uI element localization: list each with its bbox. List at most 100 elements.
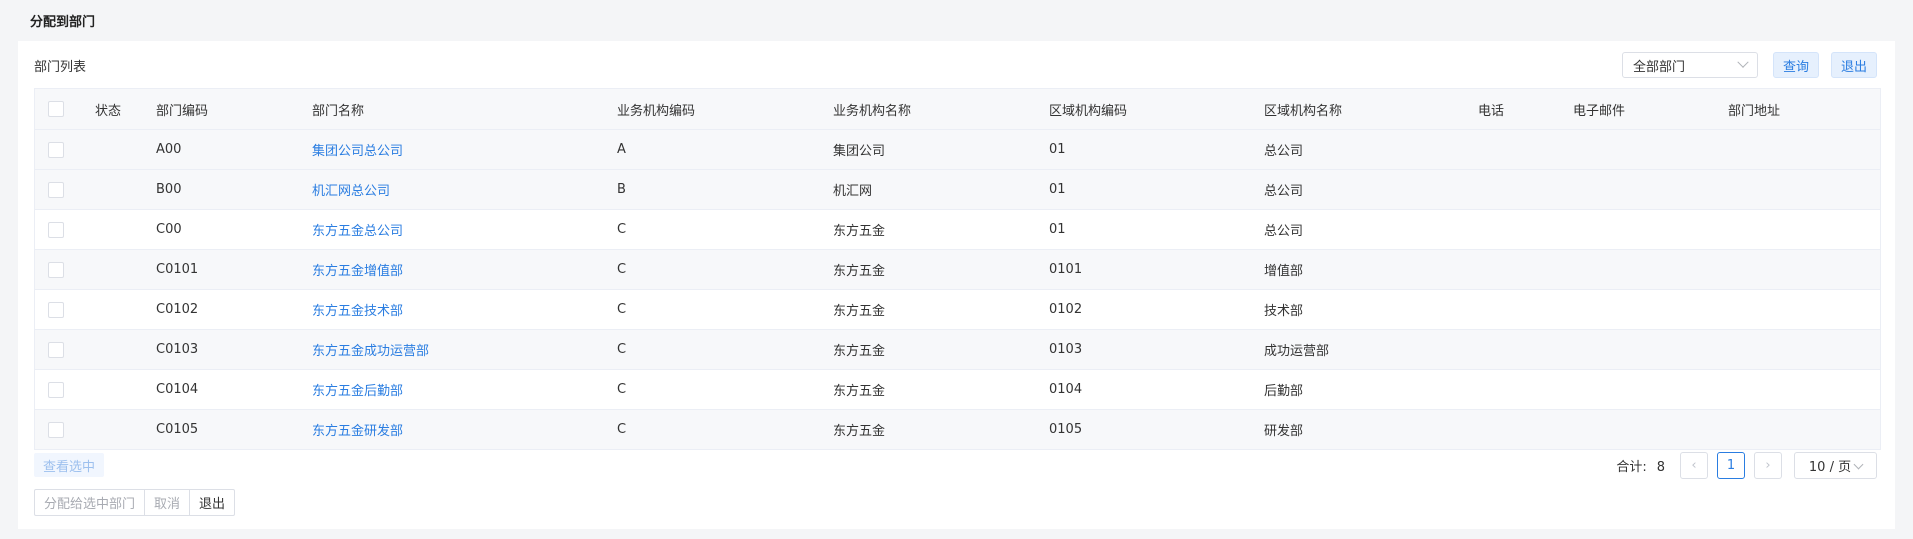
cell-code: B00 (156, 182, 182, 197)
cell-biz-name: 东方五金 (833, 384, 886, 399)
department-name-link[interactable]: 东方五金后勤部 (312, 380, 617, 399)
cell-area-name: 研发部 (1264, 424, 1304, 439)
cell-code: C0104 (156, 382, 199, 397)
pagination-total: 合计: 8 (1616, 456, 1665, 475)
department-name-link[interactable]: 东方五金技术部 (312, 300, 617, 319)
row-checkbox[interactable] (48, 141, 64, 158)
chevron-left-icon: ‹ (1691, 458, 1697, 473)
cell-biz-name: 东方五金 (833, 224, 886, 239)
cell-code: C00 (156, 222, 182, 237)
cell-biz-name: 东方五金 (833, 304, 886, 319)
cell-area-name: 后勤部 (1264, 384, 1304, 399)
cell-area-code: 01 (1049, 222, 1066, 237)
exit-button-top[interactable]: 退出 (1830, 52, 1877, 78)
row-checkbox[interactable] (48, 181, 64, 198)
cell-area-name: 总公司 (1264, 144, 1304, 159)
table-row[interactable]: B00 机汇网总公司 B 机汇网 01 总公司 (35, 170, 1880, 210)
cell-area-name: 总公司 (1264, 184, 1304, 199)
cell-biz-code: C (617, 262, 627, 277)
action-button-group: 分配给选中部门 取消 退出 (34, 489, 236, 516)
cell-biz-name: 东方五金 (833, 424, 886, 439)
cell-area-code: 0102 (1049, 302, 1083, 317)
department-name-link[interactable]: 东方五金研发部 (312, 420, 617, 439)
row-checkbox[interactable] (48, 421, 64, 438)
department-name-link[interactable]: 集团公司总公司 (312, 140, 617, 159)
toolbar: 全部部门 查询 退出 (1621, 52, 1877, 78)
page-size-select[interactable]: 10 / 页 (1794, 452, 1877, 479)
exit-button-bottom[interactable]: 退出 (189, 489, 236, 516)
view-selected-button[interactable]: 查看选中 (34, 453, 105, 477)
cell-biz-name: 机汇网 (833, 184, 873, 199)
cell-biz-name: 东方五金 (833, 264, 886, 279)
department-name-link[interactable]: 机汇网总公司 (312, 180, 617, 199)
cell-biz-code: C (617, 382, 627, 397)
cell-area-code: 0105 (1049, 422, 1083, 437)
cell-code: C0101 (156, 262, 199, 277)
cell-biz-code: C (617, 342, 627, 357)
header-code: 部门编码 (156, 103, 209, 119)
cell-area-code: 01 (1049, 182, 1066, 197)
row-checkbox[interactable] (48, 221, 64, 238)
cell-area-name: 成功运营部 (1264, 344, 1330, 359)
cell-area-code: 0103 (1049, 342, 1083, 357)
cell-code: A00 (156, 142, 182, 157)
row-checkbox[interactable] (48, 261, 64, 278)
department-table: 状态 部门编码 部门名称 业务机构编码 业务机构名称 区域机构编码 区域机构名称… (34, 88, 1881, 450)
department-name-link[interactable]: 东方五金增值部 (312, 260, 617, 279)
cell-code: C0105 (156, 422, 199, 437)
header-email: 电子邮件 (1573, 103, 1626, 119)
table-header: 状态 部门编码 部门名称 业务机构编码 业务机构名称 区域机构编码 区域机构名称… (35, 89, 1880, 130)
prev-page-button[interactable]: ‹ (1680, 452, 1708, 479)
cell-biz-name: 集团公司 (833, 144, 886, 159)
table-row[interactable]: C0105 东方五金研发部 C 东方五金 0105 研发部 (35, 410, 1880, 450)
pagination: 合计: 8 ‹ 1 › 10 / 页 (1616, 452, 1877, 479)
cell-area-name: 增值部 (1264, 264, 1304, 279)
cell-biz-code: C (617, 422, 627, 437)
cell-area-code: 0101 (1049, 262, 1083, 277)
row-checkbox[interactable] (48, 341, 64, 358)
header-phone: 电话 (1478, 103, 1505, 119)
next-page-button[interactable]: › (1754, 452, 1782, 479)
cell-area-name: 技术部 (1264, 304, 1304, 319)
cell-code: C0102 (156, 302, 199, 317)
department-list-panel: 部门列表 全部部门 查询 退出 状态 部门编码 部门名称 业务机构编码 业务机构… (18, 41, 1895, 529)
table-row[interactable]: C0103 东方五金成功运营部 C 东方五金 0103 成功运营部 (35, 330, 1880, 370)
header-status: 状态 (95, 103, 122, 119)
page-title: 分配到部门 (30, 15, 96, 30)
assign-to-selected-button[interactable]: 分配给选中部门 (34, 489, 146, 516)
query-button[interactable]: 查询 (1772, 52, 1819, 78)
header-area-name: 区域机构名称 (1264, 103, 1343, 119)
chevron-right-icon: › (1765, 458, 1771, 473)
row-checkbox[interactable] (48, 301, 64, 318)
row-checkbox[interactable] (48, 381, 64, 398)
chevron-down-icon (1737, 56, 1749, 68)
department-name-link[interactable]: 东方五金总公司 (312, 220, 617, 239)
table-row[interactable]: A00 集团公司总公司 A 集团公司 01 总公司 (35, 130, 1880, 170)
header-area-code: 区域机构编码 (1049, 103, 1128, 119)
department-filter-select[interactable]: 全部部门 (1621, 52, 1758, 78)
cell-biz-code: A (617, 142, 626, 157)
chevron-down-icon (1853, 459, 1864, 469)
table-row[interactable]: C0101 东方五金增值部 C 东方五金 0101 增值部 (35, 250, 1880, 290)
table-row[interactable]: C00 东方五金总公司 C 东方五金 01 总公司 (35, 210, 1880, 250)
list-title: 部门列表 (34, 60, 87, 75)
cell-area-code: 01 (1049, 142, 1066, 157)
department-name-link[interactable]: 东方五金成功运营部 (312, 340, 617, 359)
table-row[interactable]: C0104 东方五金后勤部 C 东方五金 0104 后勤部 (35, 370, 1880, 410)
header-biz-code: 业务机构编码 (617, 103, 696, 119)
header-name: 部门名称 (312, 103, 365, 119)
cell-biz-code: C (617, 222, 627, 237)
cell-biz-name: 东方五金 (833, 344, 886, 359)
cell-area-name: 总公司 (1264, 224, 1304, 239)
select-all-checkbox[interactable] (48, 101, 64, 117)
page-number-button[interactable]: 1 (1717, 452, 1745, 479)
cell-code: C0103 (156, 342, 199, 357)
header-biz-name: 业务机构名称 (833, 103, 912, 119)
header-address: 部门地址 (1728, 103, 1781, 119)
department-filter-value: 全部部门 (1632, 59, 1685, 75)
total-count: 8 (1656, 460, 1665, 475)
cancel-button[interactable]: 取消 (144, 489, 191, 516)
table-row[interactable]: C0102 东方五金技术部 C 东方五金 0102 技术部 (35, 290, 1880, 330)
cell-biz-code: B (617, 182, 626, 197)
cell-biz-code: C (617, 302, 627, 317)
